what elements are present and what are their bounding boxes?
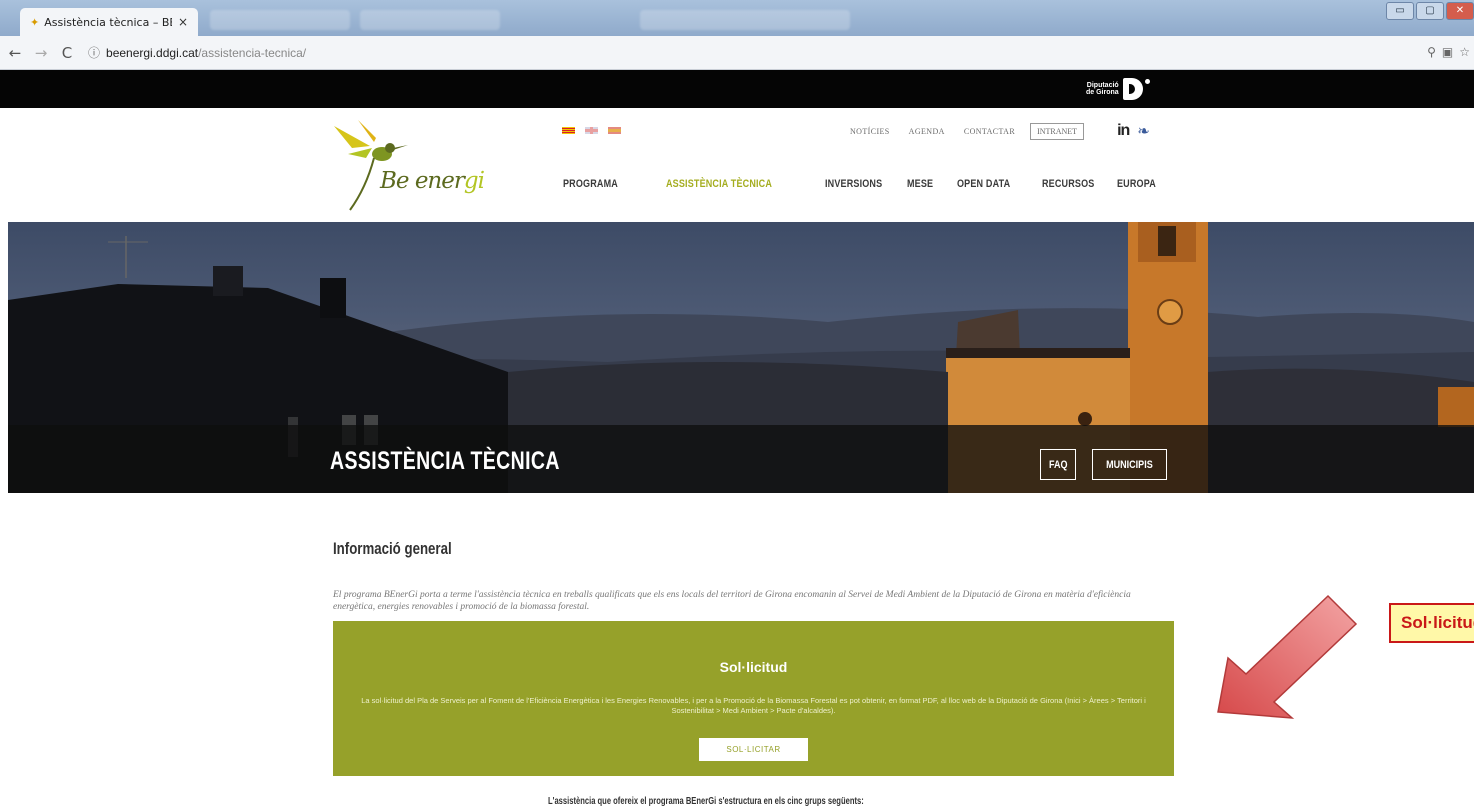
minimize-button[interactable]: ▭: [1386, 2, 1414, 20]
hero-title-band: [8, 425, 1474, 493]
nav-item-inversions[interactable]: INVERSIONS: [825, 178, 882, 190]
diputacio-logo-text: Diputació de Girona: [1086, 82, 1119, 96]
language-flags: [562, 127, 621, 134]
nav-item-europa[interactable]: EUROPA: [1117, 178, 1156, 190]
nav-item-open-data[interactable]: OPEN DATA: [957, 178, 1010, 190]
browser-tab-inactive[interactable]: [210, 10, 350, 30]
util-link-contactar[interactable]: CONTACTAR: [964, 127, 1015, 136]
tab-close-icon[interactable]: ×: [178, 15, 188, 29]
tab-title: Assistència tècnica – BE: [44, 15, 172, 29]
back-icon[interactable]: ←: [4, 44, 26, 62]
nav-item-recursos[interactable]: RECURSOS: [1042, 178, 1094, 190]
hero-banner: ASSISTÈNCIA TÈCNICA FAQ MUNICIPIS: [8, 222, 1474, 493]
browser-tab-active[interactable]: ✦ Assistència tècnica – BE ×: [20, 8, 198, 36]
municipis-button[interactable]: MUNICIPIS: [1092, 449, 1167, 480]
utility-nav: NOTÍCIES AGENDA CONTACTAR INTRANET in ❧: [850, 122, 1150, 140]
sollicitar-button[interactable]: SOL·LICITAR: [699, 738, 808, 761]
solicitud-title: Sol·licitud: [719, 659, 788, 675]
beenergi-logo[interactable]: Be energi: [330, 118, 490, 218]
url-input[interactable]: ⓘ beenergi.ddgi.cat /assistencia-tecnica…: [88, 41, 1388, 65]
forward-icon[interactable]: →: [30, 44, 52, 62]
flag-catalan-icon[interactable]: [562, 127, 575, 134]
maximize-button[interactable]: ▢: [1416, 2, 1444, 20]
flag-spanish-icon[interactable]: [608, 127, 621, 134]
nav-item-mese[interactable]: MESE: [907, 178, 933, 190]
flag-english-icon[interactable]: [585, 127, 598, 134]
top-strip: Diputació de Girona: [0, 70, 1474, 108]
util-link-noticies[interactable]: NOTÍCIES: [850, 127, 890, 136]
window-close-button[interactable]: ✕: [1446, 2, 1474, 20]
intro-paragraph: El programa BEnerGi porta a terme l'assi…: [333, 590, 1131, 612]
annotation-arrow-icon: [1217, 594, 1358, 719]
address-bar: ← → C ⓘ beenergi.ddgi.cat /assistencia-t…: [0, 36, 1474, 70]
browser-tab-inactive[interactable]: [360, 10, 500, 30]
solicitud-text: La sol·licitud del Pla de Serveis per al…: [361, 696, 1146, 715]
linkedin-icon[interactable]: in: [1117, 122, 1130, 140]
favicon-icon: ✦: [30, 15, 40, 29]
groups-intro-text: L'assistència que ofereix el programa BE…: [548, 796, 864, 807]
url-path: /assistencia-tecnica/: [198, 45, 307, 60]
hero-title: ASSISTÈNCIA TÈCNICA: [330, 447, 560, 475]
diputacio-dot-icon: [1144, 78, 1150, 84]
zoom-icon[interactable]: ⚲: [1427, 45, 1436, 59]
site-info-icon[interactable]: ⓘ: [88, 44, 100, 61]
util-link-agenda[interactable]: AGENDA: [909, 127, 945, 136]
window-controls: ▭ ▢ ✕: [1386, 2, 1474, 20]
social-links: in ❧: [1117, 122, 1150, 140]
nav-item-programa[interactable]: PROGRAMA: [563, 178, 618, 190]
main-nav: PROGRAMA ASSISTÈNCIA TÈCNICA INVERSIONS …: [0, 178, 1474, 194]
annotation-callout: Sol·licitud: [1389, 603, 1474, 643]
reload-icon[interactable]: C: [56, 44, 78, 62]
diputacio-logo[interactable]: Diputació de Girona: [1086, 78, 1150, 100]
diputacio-d-icon: [1122, 78, 1143, 100]
browser-tab-bar: ✦ Assistència tècnica – BE × ▭ ▢ ✕: [0, 0, 1474, 36]
solicitud-box: Sol·licitud La sol·licitud del Pla de Se…: [333, 621, 1174, 776]
faq-button[interactable]: FAQ: [1040, 449, 1076, 480]
twitter-icon[interactable]: ❧: [1137, 122, 1150, 140]
bookmark-star-icon[interactable]: ☆: [1459, 45, 1470, 59]
address-bar-icons: ⚲ ▣ ☆: [1427, 45, 1470, 59]
extension-icon[interactable]: ▣: [1442, 45, 1453, 59]
nav-item-assistencia-tecnica[interactable]: ASSISTÈNCIA TÈCNICA: [666, 178, 772, 190]
intranet-button[interactable]: INTRANET: [1030, 122, 1085, 140]
site-header: Be energi NOTÍCIES AGENDA CONTACTAR INTR…: [0, 108, 1474, 222]
section-title: Informació general: [333, 539, 452, 558]
browser-tab-inactive[interactable]: [640, 10, 850, 30]
url-host: beenergi.ddgi.cat: [106, 45, 199, 60]
